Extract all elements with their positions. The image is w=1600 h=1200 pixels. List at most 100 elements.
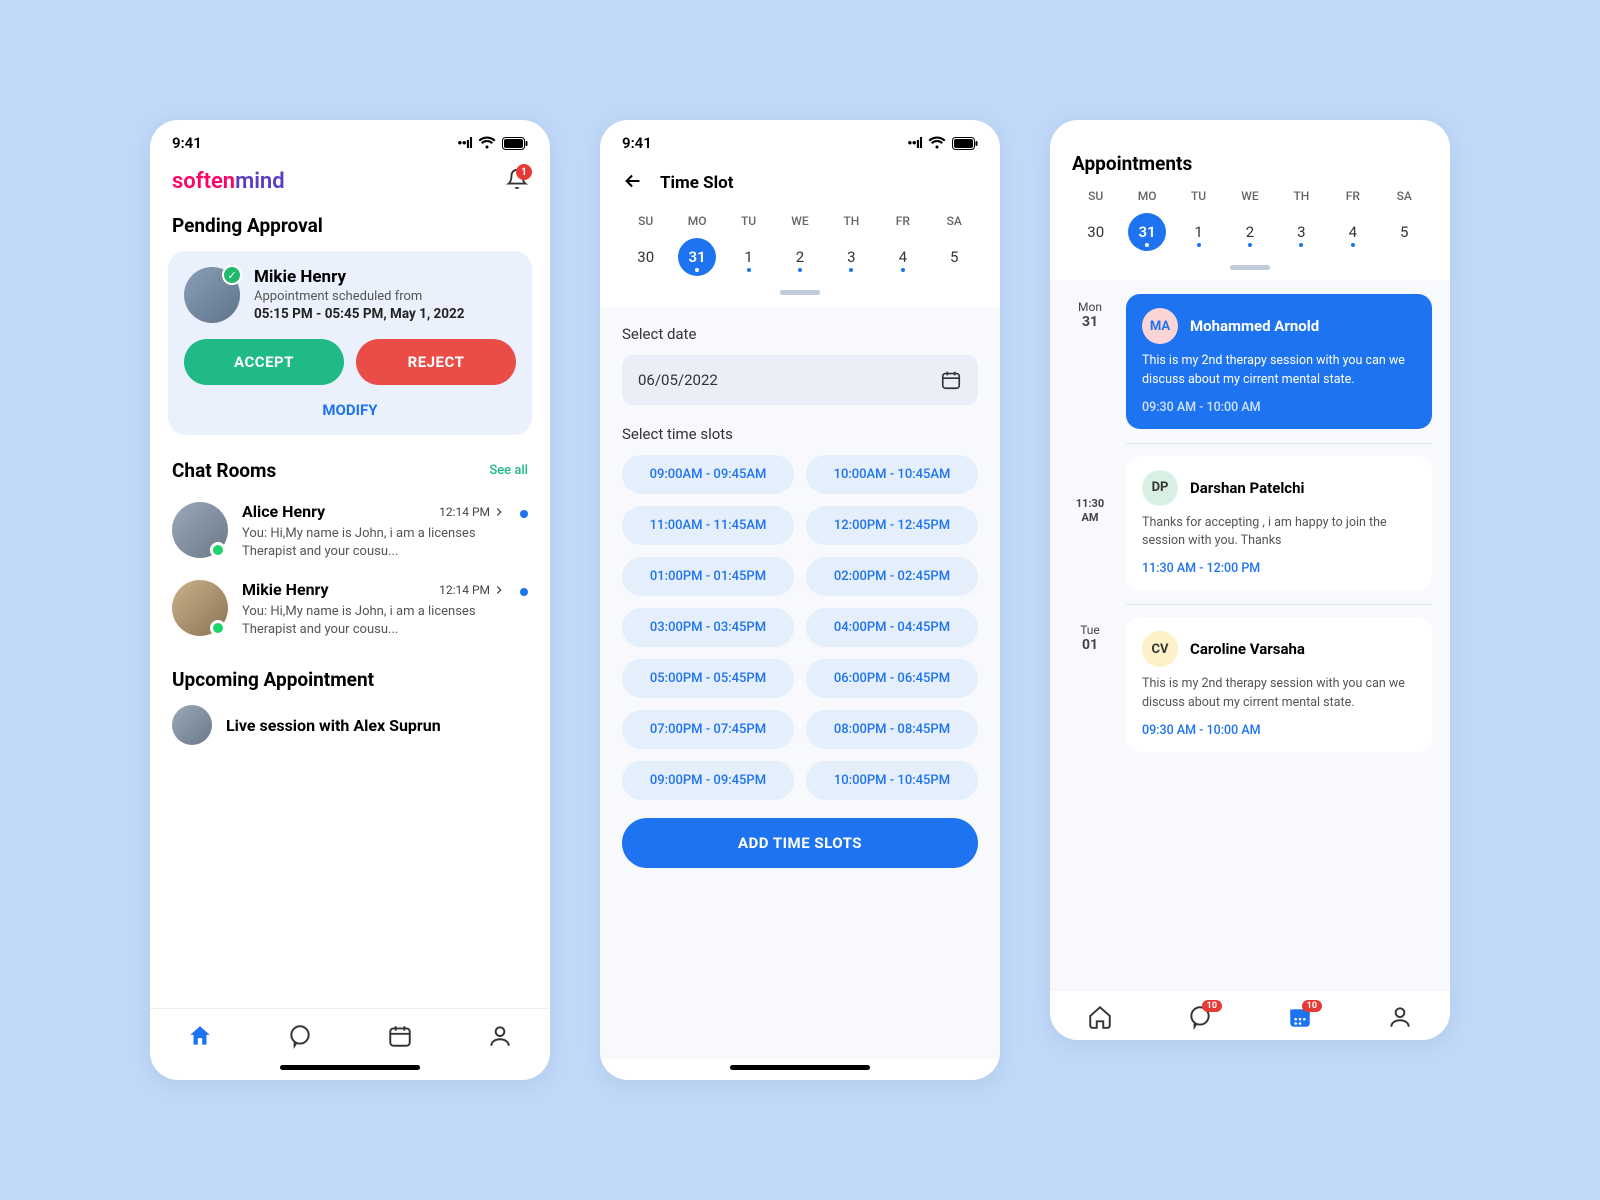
tab-home[interactable]: [1072, 1004, 1128, 1030]
day-label: SU: [1088, 189, 1103, 203]
time-slot-option[interactable]: 03:00PM - 03:45PM: [622, 608, 794, 647]
tab-bar: [150, 1008, 550, 1059]
day-column[interactable]: WE 2: [774, 214, 825, 276]
day-label: FR: [1346, 189, 1360, 203]
day-column[interactable]: FR 4: [877, 214, 928, 276]
chat-time: 12:14 PM: [439, 583, 506, 597]
live-session-row[interactable]: Live session with Alex Suprun: [150, 699, 550, 751]
time-slot-option[interactable]: 01:00PM - 01:45PM: [622, 557, 794, 596]
day-column[interactable]: SA 5: [1379, 189, 1430, 251]
day-label: SA: [1397, 189, 1412, 203]
day-number: 3: [832, 238, 870, 276]
event-dot: [1299, 243, 1303, 247]
chevron-right-icon: [492, 583, 506, 597]
day-column[interactable]: MO 31: [671, 214, 722, 276]
add-time-slots-button[interactable]: ADD TIME SLOTS: [622, 818, 978, 868]
status-bar: 9:41: [150, 120, 550, 158]
appointment-row: Mon31 MA Mohammed Arnold This is my 2nd …: [1068, 294, 1432, 429]
avatar: [172, 580, 228, 636]
day-number: 4: [884, 238, 922, 276]
appointment-name: Darshan Patelchi: [1190, 479, 1305, 497]
modify-button[interactable]: MODIFY: [184, 401, 516, 419]
appointments-list: Mon31 MA Mohammed Arnold This is my 2nd …: [1050, 280, 1450, 989]
appointment-daynum: 31: [1082, 314, 1098, 330]
status-time: 9:41: [622, 134, 652, 152]
time-slot-option[interactable]: 11:00AM - 11:45AM: [622, 506, 794, 545]
day-label: TU: [741, 214, 756, 228]
unread-indicator: [520, 510, 528, 518]
upcoming-appointment-title: Upcoming Appointment: [150, 648, 550, 699]
tab-chat[interactable]: [272, 1023, 328, 1049]
day-column[interactable]: SU 30: [620, 214, 671, 276]
day-column[interactable]: MO 31: [1121, 189, 1172, 251]
day-number: 2: [1231, 213, 1269, 251]
chat-row[interactable]: Alice Henry 12:14 PM You: Hi,My name is …: [150, 492, 550, 570]
presence-dot-icon: [210, 542, 226, 558]
time-slot-option[interactable]: 10:00AM - 10:45AM: [806, 455, 978, 494]
battery-icon: [502, 137, 528, 150]
tab-calendar[interactable]: [372, 1023, 428, 1049]
time-slot-option[interactable]: 10:00PM - 10:45PM: [806, 761, 978, 800]
time-slot-option[interactable]: 07:00PM - 07:45PM: [622, 710, 794, 749]
time-slot-option[interactable]: 02:00PM - 02:45PM: [806, 557, 978, 596]
accept-button[interactable]: ACCEPT: [184, 339, 344, 385]
tab-profile[interactable]: [1372, 1004, 1428, 1030]
status-icons: [457, 134, 528, 152]
pending-user-name: Mikie Henry: [254, 267, 465, 287]
chat-row[interactable]: Mikie Henry 12:14 PM You: Hi,My name is …: [150, 570, 550, 648]
drag-handle[interactable]: [1230, 265, 1270, 270]
day-column[interactable]: TU 1: [1173, 189, 1224, 251]
time-slot-option[interactable]: 04:00PM - 04:45PM: [806, 608, 978, 647]
appointment-card[interactable]: MA Mohammed Arnold This is my 2nd therap…: [1126, 294, 1432, 429]
day-number: 3: [1282, 213, 1320, 251]
app-header: softenmind 1: [150, 158, 550, 210]
day-label: WE: [791, 214, 808, 228]
tab-bar: 10 10: [1050, 989, 1450, 1040]
chat-badge: 10: [1202, 1000, 1222, 1012]
tab-profile[interactable]: [472, 1023, 528, 1049]
time-slot-option[interactable]: 09:00AM - 09:45AM: [622, 455, 794, 494]
reject-button[interactable]: REJECT: [356, 339, 516, 385]
presence-dot-icon: [210, 620, 226, 636]
event-dot: [798, 268, 802, 272]
day-label: SA: [947, 214, 962, 228]
appointment-time: 09:30 AM - 10:00 AM: [1142, 400, 1416, 415]
day-column[interactable]: SA 5: [929, 214, 980, 276]
notifications-button[interactable]: 1: [506, 168, 528, 194]
date-input[interactable]: 06/05/2022: [622, 355, 978, 405]
appointment-card[interactable]: CV Caroline Varsaha This is my 2nd thera…: [1126, 617, 1432, 752]
notifications-badge: 1: [516, 164, 532, 180]
day-column[interactable]: WE 2: [1224, 189, 1275, 251]
avatar-initials: MA: [1142, 308, 1178, 344]
time-slot-option[interactable]: 08:00PM - 08:45PM: [806, 710, 978, 749]
appointment-message: This is my 2nd therapy session with you …: [1142, 352, 1416, 390]
calendar-badge: 10: [1302, 1000, 1322, 1012]
day-column[interactable]: TH 3: [826, 214, 877, 276]
select-date-label: Select date: [622, 325, 978, 343]
pending-subtitle: Appointment scheduled from: [254, 289, 465, 304]
back-button[interactable]: [622, 170, 644, 196]
day-column[interactable]: FR 4: [1327, 189, 1378, 251]
pending-time: 05:15 PM - 05:45 PM, May 1, 2022: [254, 306, 465, 322]
time-slot-option[interactable]: 12:00PM - 12:45PM: [806, 506, 978, 545]
day-column[interactable]: TH 3: [1276, 189, 1327, 251]
see-all-link[interactable]: See all: [489, 463, 528, 478]
tab-chat[interactable]: 10: [1172, 1004, 1228, 1030]
event-dot: [1351, 243, 1355, 247]
time-slot-option[interactable]: 05:00PM - 05:45PM: [622, 659, 794, 698]
day-column[interactable]: SU 30: [1070, 189, 1121, 251]
screen-timeslot: 9:41 Time Slot SU 30MO 31TU 1WE 2TH 3FR …: [600, 120, 1000, 1080]
tab-calendar[interactable]: 10: [1272, 1004, 1328, 1030]
time-slot-option[interactable]: 06:00PM - 06:45PM: [806, 659, 978, 698]
appointment-card[interactable]: DP Darshan Patelchi Thanks for accepting…: [1126, 456, 1432, 591]
day-column[interactable]: TU 1: [723, 214, 774, 276]
tab-home[interactable]: [172, 1023, 228, 1049]
day-label: FR: [896, 214, 910, 228]
appointment-row: Tue01 CV Caroline Varsaha This is my 2nd…: [1068, 617, 1432, 752]
day-number: 4: [1334, 213, 1372, 251]
drag-handle[interactable]: [780, 290, 820, 295]
day-label: MO: [688, 214, 707, 228]
avatar[interactable]: ✓: [184, 267, 240, 323]
time-slot-option[interactable]: 09:00PM - 09:45PM: [622, 761, 794, 800]
time-slot-grid: 09:00AM - 09:45AM 10:00AM - 10:45AM 11:00A…: [622, 455, 978, 800]
